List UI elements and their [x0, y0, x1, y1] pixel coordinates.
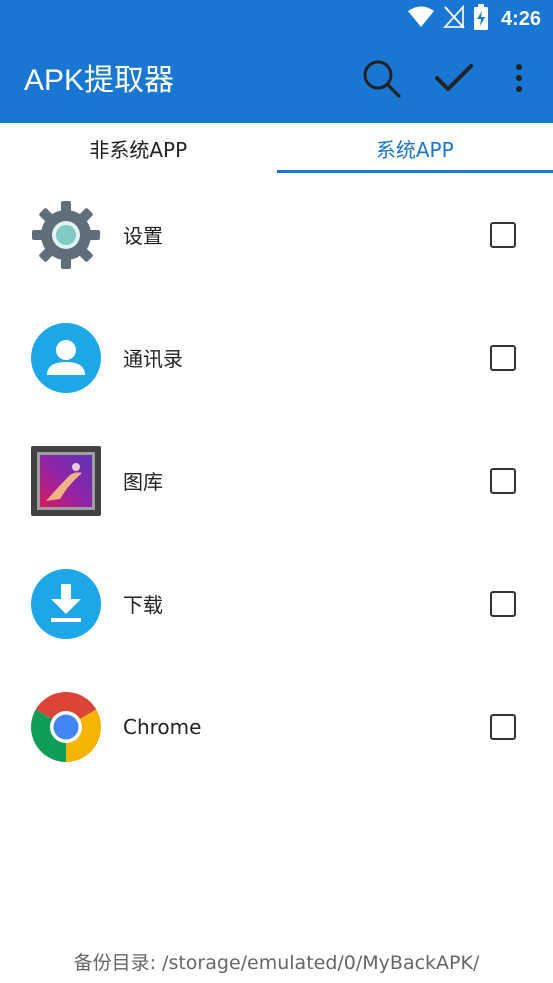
confirm-button[interactable] [430, 56, 478, 104]
status-bar: 4:26 [0, 0, 553, 38]
search-icon [361, 58, 401, 102]
app-name: 通讯录 [123, 347, 183, 371]
list-item-contacts[interactable]: 通讯录 [0, 296, 553, 419]
select-checkbox[interactable] [490, 590, 516, 617]
backup-path-label: 备份目录: /storage/emulated/0/MyBackAPK/ [73, 952, 480, 974]
list-item-settings[interactable]: 设置 [0, 173, 553, 296]
select-checkbox[interactable] [490, 221, 516, 248]
more-options-button[interactable] [495, 56, 543, 104]
search-button[interactable] [357, 56, 405, 104]
tab-bar: 非系统APP 系统APP [0, 123, 553, 173]
list-item-gallery[interactable]: 图库 [0, 419, 553, 542]
app-title: APK提取器 [24, 64, 175, 97]
chrome-icon [30, 691, 102, 763]
gallery-icon [30, 445, 102, 517]
select-checkbox[interactable] [490, 344, 516, 371]
battery-charging-icon [473, 4, 489, 34]
download-icon [30, 568, 102, 640]
check-icon [434, 61, 474, 99]
app-name: 图库 [123, 470, 163, 494]
app-list: 设置 通讯录 图库 下载 Chrome [0, 173, 553, 788]
app-name: 设置 [123, 224, 163, 248]
tab-non-system-app[interactable]: 非系统APP [0, 123, 277, 173]
list-item-downloads[interactable]: 下载 [0, 542, 553, 665]
list-item-chrome[interactable]: Chrome [0, 665, 553, 788]
settings-gear-icon [30, 199, 102, 271]
app-name: Chrome [123, 714, 202, 739]
contacts-icon [30, 322, 102, 394]
no-signal-icon [442, 4, 465, 33]
tab-system-app[interactable]: 系统APP [276, 123, 553, 173]
status-time: 4:26 [500, 7, 541, 30]
select-checkbox[interactable] [490, 467, 516, 494]
app-bar: APK提取器 [0, 38, 553, 123]
app-name: 下载 [123, 593, 163, 617]
select-checkbox[interactable] [490, 713, 516, 740]
wifi-icon [407, 6, 435, 32]
more-vert-icon [514, 63, 524, 97]
status-icons: 4:26 [407, 4, 541, 34]
top-bar: 4:26 APK提取器 [0, 0, 553, 123]
